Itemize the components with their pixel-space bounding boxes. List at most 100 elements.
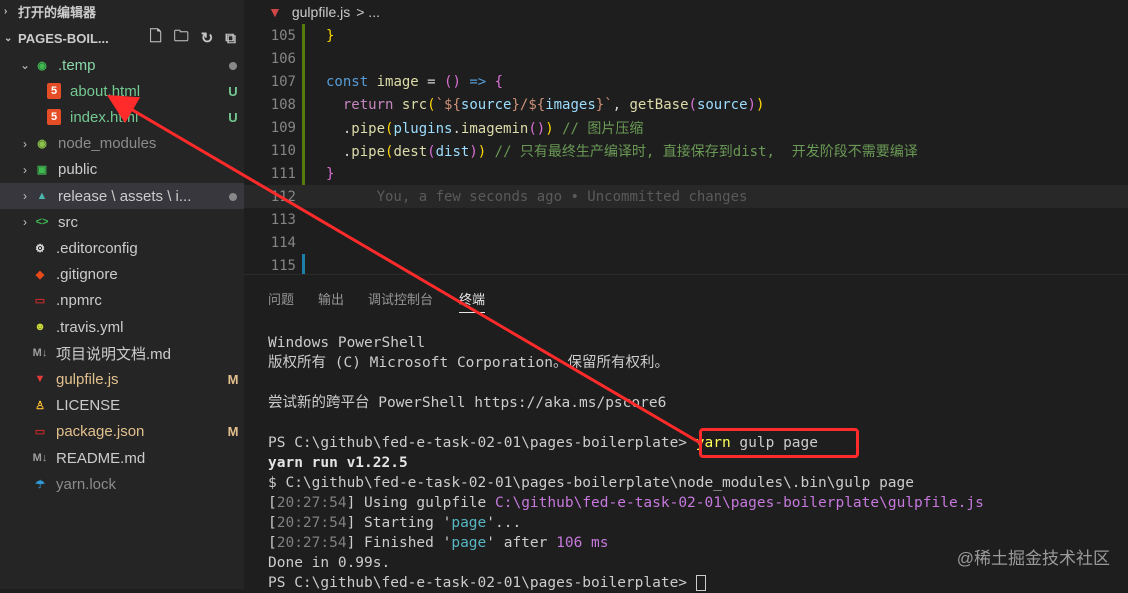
new-folder-icon[interactable]: 🗀 xyxy=(174,26,189,51)
collapse-all-icon[interactable]: ⧉ xyxy=(225,30,236,47)
modified-dot-icon xyxy=(229,192,237,201)
folder-icon: ◉ xyxy=(37,138,47,151)
terminal-line: 尝试新的跨平台 PowerShell https://aka.ms/pscore… xyxy=(268,395,667,411)
folder-public[interactable]: › ▣ public xyxy=(0,157,244,183)
tab-problems[interactable]: 问题 xyxy=(268,289,294,308)
folder-icon: ◉ xyxy=(37,59,47,72)
folder-temp[interactable]: ⌄ ◉ .temp xyxy=(0,52,244,78)
file-readme-cn[interactable]: M↓ 项目说明文档.md xyxy=(0,340,244,366)
log-duration: 106 ms xyxy=(556,535,609,551)
line-number: 112 xyxy=(270,188,296,205)
file-license[interactable]: ♙ LICENSE xyxy=(0,393,244,419)
folder-icon: ▲ xyxy=(36,190,48,202)
line-number: 111 xyxy=(270,165,296,182)
tree-item-label: .temp xyxy=(58,56,96,74)
tree-item-label: .travis.yml xyxy=(56,318,124,336)
chevron-down-icon[interactable]: ⌄ xyxy=(18,58,32,72)
log-text: Starting ' xyxy=(355,515,452,531)
terminal-line: Windows PowerShell xyxy=(268,335,426,351)
file-editorconfig[interactable]: ⚙ .editorconfig xyxy=(0,235,244,261)
log-timestamp: 20:27:54 xyxy=(276,535,347,551)
file-readme[interactable]: M↓ README.md xyxy=(0,445,244,471)
file-travis[interactable]: ☻ .travis.yml xyxy=(0,314,244,340)
breadcrumb: ▼ gulpfile.js > ... xyxy=(244,0,1128,24)
file-icon: ▼ xyxy=(34,373,46,386)
tree-item-label: yarn.lock xyxy=(56,475,117,493)
terminal-line: $ C:\github\fed-e-task-02-01\pages-boile… xyxy=(268,475,915,491)
watermark: @稀土掘金技术社区 xyxy=(956,549,1110,568)
terminal-prompt-line: PS C:\github\fed-e-task-02-01\pages-boil… xyxy=(268,573,984,593)
tree-item-label: package.json xyxy=(56,423,145,441)
chevron-right-icon[interactable]: › xyxy=(18,215,32,229)
file-icon: ♙ xyxy=(35,400,45,413)
line-number: 109 xyxy=(270,119,296,136)
log-task: page xyxy=(451,515,487,531)
folder-header[interactable]: ⌄ PAGES-BOIL... 🗋 🗀 ↻ ⧉ xyxy=(0,27,244,49)
git-status-badge: M xyxy=(227,371,239,387)
file-icon: ☂ xyxy=(35,478,45,491)
terminal-line: Done in 0.99s. xyxy=(268,555,391,571)
tab-output[interactable]: 输出 xyxy=(318,289,344,308)
tree-item-label: LICENSE xyxy=(56,397,121,415)
file-npmrc[interactable]: ▭ .npmrc xyxy=(0,288,244,314)
tree-item-label: .editorconfig xyxy=(56,239,138,257)
tab-terminal[interactable]: 终端 xyxy=(459,289,486,313)
terminal-output[interactable]: Windows PowerShell 版权所有 (C) Microsoft Co… xyxy=(268,333,984,593)
chevron-right-icon[interactable]: › xyxy=(18,163,32,177)
breadcrumb-file[interactable]: gulpfile.js xyxy=(292,4,350,20)
folder-node-modules[interactable]: › ◉ node_modules xyxy=(0,131,244,157)
file-icon: ▭ xyxy=(34,426,46,439)
breadcrumb-rest[interactable]: > ... xyxy=(356,4,380,20)
file-yarn-lock[interactable]: ☂ yarn.lock xyxy=(0,471,244,497)
tree-item-label: .gitignore xyxy=(56,266,118,284)
tree-item-label: README.md xyxy=(56,449,146,467)
git-status-badge xyxy=(222,189,244,204)
file-about-html[interactable]: 5 about.html U xyxy=(0,78,244,104)
chevron-right-icon[interactable]: › xyxy=(18,137,32,151)
log-text: Using gulpfile xyxy=(355,495,495,511)
tree-item-label: about.html xyxy=(70,82,141,100)
file-package-json[interactable]: ▭ package.json M xyxy=(0,419,244,445)
folder-icon: ▣ xyxy=(36,164,48,177)
tab-debug-console[interactable]: 调试控制台 xyxy=(368,289,433,308)
refresh-icon[interactable]: ↻ xyxy=(201,29,214,47)
git-status-badge: U xyxy=(228,83,238,99)
file-gitignore[interactable]: ◆ .gitignore xyxy=(0,262,244,288)
chevron-right-icon[interactable]: › xyxy=(18,189,32,203)
file-gulpfile[interactable]: ▼ gulpfile.js M xyxy=(0,366,244,392)
terminal-command-line: PS C:\github\fed-e-task-02-01\pages-boil… xyxy=(268,433,984,453)
tree-item-label: gulpfile.js xyxy=(56,370,119,388)
tree-item-label: release \ assets \ i... xyxy=(58,187,192,205)
log-path: C:\github\fed-e-task-02-01\pages-boilerp… xyxy=(495,495,984,511)
html5-icon: 5 xyxy=(47,83,61,100)
log-timestamp: 20:27:54 xyxy=(276,515,347,531)
chevron-down-icon: ⌄ xyxy=(4,32,13,44)
new-file-icon[interactable]: 🗋 xyxy=(150,26,162,51)
tree-item-label: .npmrc xyxy=(56,292,102,310)
file-icon: ⚙ xyxy=(35,242,45,255)
code-line: 109 .pipe(plugins.imagemin()) // 图片压缩 xyxy=(244,116,1128,139)
git-blame-annotation: You, a few seconds ago • Uncommitted cha… xyxy=(376,188,748,205)
terminal-line: yarn run v1.22.5 xyxy=(268,455,408,471)
tree-item-label: node_modules xyxy=(58,135,157,153)
chevron-right-icon: › xyxy=(4,5,8,17)
git-status-badge: M xyxy=(227,424,239,440)
tree-item-label: 项目说明文档.md xyxy=(56,345,172,363)
open-editors-header[interactable]: › 打开的编辑器 xyxy=(0,0,244,22)
line-number: 108 xyxy=(270,96,296,113)
log-text: ' after xyxy=(486,535,557,551)
folder-name: PAGES-BOIL... xyxy=(18,30,109,46)
code-line: 113 xyxy=(244,208,1128,231)
code-line-current: 112 You, a few seconds ago • Uncommitted… xyxy=(244,185,1128,208)
file-index-html[interactable]: 5 index.html U xyxy=(0,104,244,130)
folder-src[interactable]: › <> src xyxy=(0,209,244,235)
highlight-box xyxy=(699,428,859,458)
code-editor[interactable]: 105} 106 107 const image = () => { 108 re… xyxy=(244,24,1128,274)
line-number: 113 xyxy=(270,211,296,228)
folder-release[interactable]: › ▲ release \ assets \ i... xyxy=(0,183,244,209)
file-icon: ◆ xyxy=(35,269,45,282)
line-number: 114 xyxy=(270,234,296,251)
log-task: page xyxy=(451,535,487,551)
